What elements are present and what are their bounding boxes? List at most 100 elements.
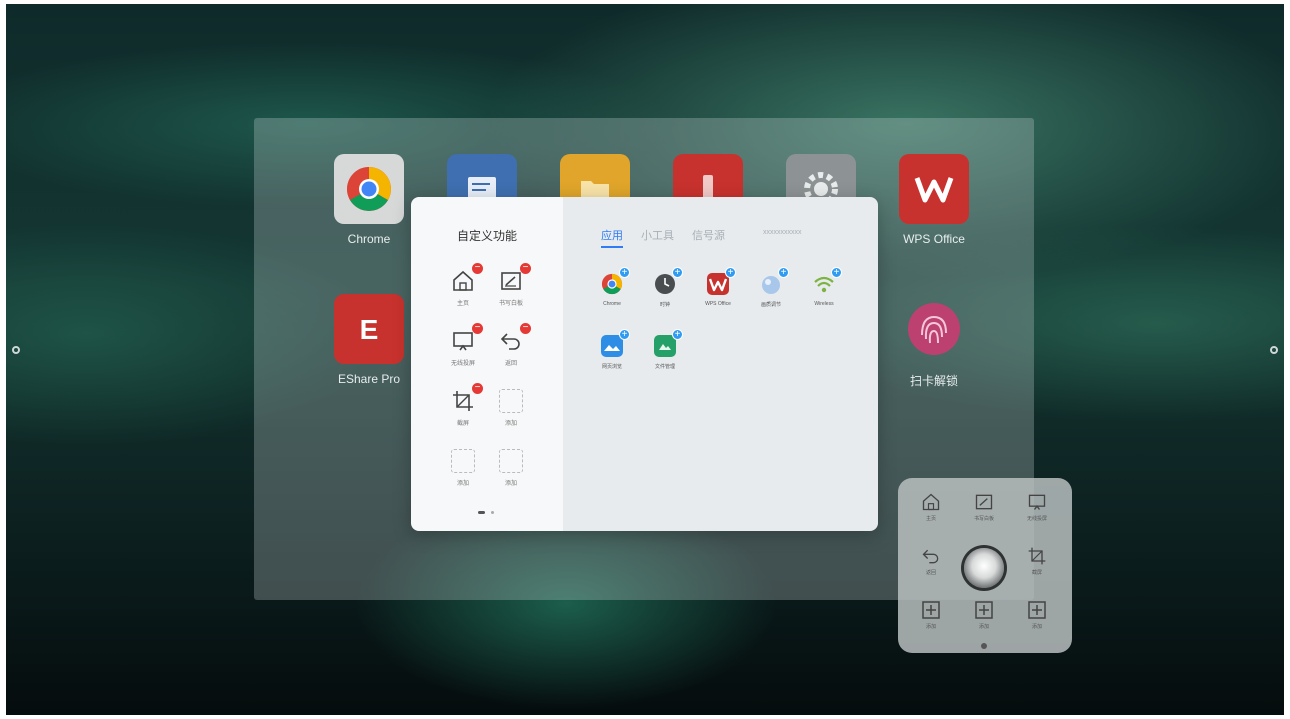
launcher-app-fingerprint[interactable]: 扫卡解锁	[890, 294, 978, 389]
launcher-app-wps[interactable]: WPS Office	[890, 154, 978, 246]
app-bubble[interactable]: + 画质调节	[749, 267, 793, 308]
fm-whiteboard-button[interactable]: 书写白板	[964, 492, 1004, 522]
fingerprint-icon	[899, 294, 969, 364]
add-badge-icon[interactable]: +	[619, 267, 630, 278]
add-badge-icon[interactable]: +	[619, 329, 630, 340]
app-photo[interactable]: + 网页浏览	[590, 329, 634, 370]
back-icon	[921, 546, 941, 566]
add-box-icon	[921, 600, 941, 620]
app-label: WPS Office	[705, 301, 731, 307]
screenshot-crop-icon: −	[451, 383, 483, 413]
add-box-icon	[974, 600, 994, 620]
tab-extra[interactable]: xxxxxxxxxxx	[763, 229, 802, 248]
tab-tools[interactable]: 小工具	[641, 227, 674, 248]
app-label: 文件管理	[654, 364, 675, 370]
bubble-icon: +	[760, 267, 789, 295]
app-label: 网页浏览	[601, 364, 622, 370]
page-dot	[491, 511, 495, 514]
app-label: 时钟	[659, 302, 670, 308]
slot-back[interactable]: − 返回	[491, 323, 531, 367]
app-wps[interactable]: + WPS Office	[696, 267, 740, 307]
left-edge-handle[interactable]	[12, 346, 20, 354]
slot-label: 返回	[504, 361, 517, 367]
launcher-app-eshare[interactable]: E EShare Pro	[325, 294, 413, 386]
remove-badge-icon[interactable]: −	[472, 263, 483, 274]
fm-label: 添加	[1031, 624, 1042, 630]
back-icon: −	[499, 323, 531, 353]
add-badge-icon[interactable]: +	[672, 267, 683, 278]
remove-badge-icon[interactable]: −	[520, 323, 531, 334]
remove-badge-icon[interactable]: −	[520, 263, 531, 274]
slot-whiteboard[interactable]: − 书写白板	[491, 263, 531, 307]
add-badge-icon[interactable]: +	[831, 267, 842, 278]
app-chrome[interactable]: + Chrome	[590, 267, 634, 307]
remove-badge-icon[interactable]: −	[472, 323, 483, 334]
fm-label: 截屏	[1031, 570, 1042, 576]
fm-label: 添加	[978, 624, 989, 630]
category-tabs: 应用 小工具 信号源 xxxxxxxxxxx	[601, 227, 802, 248]
page-indicator	[478, 511, 498, 515]
screen-cast-icon: −	[451, 323, 483, 353]
slot-screenshot[interactable]: − 截屏	[443, 383, 483, 427]
empty-slot	[499, 449, 523, 473]
screenshot-crop-icon	[1027, 546, 1047, 566]
fm-add-button[interactable]: 添加	[1017, 600, 1057, 630]
fm-center-toggle-button[interactable]	[964, 548, 1004, 588]
photo-icon: +	[601, 329, 630, 357]
fm-add-button[interactable]: 添加	[964, 600, 1004, 630]
customize-function-dialog: 自定义功能 − 主页 − 书写白板 − 无线投屏 − 返回 − 截屏 添加 添加…	[411, 197, 878, 531]
slot-label: 添加	[504, 421, 517, 427]
slot-empty[interactable]: 添加	[443, 449, 483, 487]
clock-icon: +	[654, 267, 683, 295]
slot-screen-cast[interactable]: − 无线投屏	[443, 323, 483, 367]
empty-slot	[451, 449, 475, 473]
fm-home-button[interactable]: 主页	[911, 492, 951, 522]
remove-badge-icon[interactable]: −	[472, 383, 483, 394]
app-folder-green[interactable]: + 文件管理	[643, 329, 687, 370]
app-label: Wireless	[814, 301, 834, 307]
fm-screen-cast-button[interactable]: 无线投屏	[1017, 492, 1057, 522]
eshare-icon: E	[334, 294, 404, 364]
slot-empty[interactable]: 添加	[491, 449, 531, 487]
wps-icon	[899, 154, 969, 224]
folder-green-icon: +	[654, 329, 683, 357]
whiteboard-icon: −	[499, 263, 531, 293]
home-icon	[921, 492, 941, 512]
fm-back-button[interactable]: 返回	[911, 546, 951, 576]
selected-functions-panel: 自定义功能 − 主页 − 书写白板 − 无线投屏 − 返回 − 截屏 添加 添加…	[411, 197, 563, 531]
fm-add-button[interactable]: 添加	[911, 600, 951, 630]
tab-signal-source[interactable]: 信号源	[692, 227, 725, 248]
launcher-app-chrome[interactable]: Chrome	[325, 154, 413, 246]
launcher-app-label: Chrome	[347, 232, 391, 246]
chrome-icon	[334, 154, 404, 224]
slot-label: 主页	[456, 301, 469, 307]
slot-empty[interactable]: 添加	[491, 389, 531, 427]
add-badge-icon[interactable]: +	[778, 267, 789, 278]
empty-slot	[499, 389, 523, 413]
launcher-app-label: WPS Office	[903, 232, 965, 246]
screen-cast-icon	[1027, 492, 1047, 512]
available-functions-panel: 应用 小工具 信号源 xxxxxxxxxxx + Chrome + 时钟 + W…	[563, 197, 878, 531]
add-badge-icon[interactable]: +	[672, 329, 683, 340]
fm-screenshot-button[interactable]: 截屏	[1017, 546, 1057, 576]
right-edge-handle[interactable]	[1270, 346, 1278, 354]
home-icon: −	[451, 263, 483, 293]
launcher-app-label: EShare Pro	[337, 372, 401, 386]
fm-label: 添加	[925, 624, 936, 630]
slot-label: 书写白板	[498, 301, 523, 307]
app-wireless[interactable]: + Wireless	[802, 267, 846, 307]
whiteboard-icon	[974, 492, 994, 512]
chrome-icon: +	[601, 267, 630, 295]
fm-label: 无线投屏	[1026, 516, 1047, 522]
fm-label: 返回	[925, 570, 936, 576]
tab-apps[interactable]: 应用	[601, 227, 623, 248]
wifi-icon: +	[813, 267, 842, 295]
app-label: Chrome	[603, 301, 621, 307]
app-clock[interactable]: + 时钟	[643, 267, 687, 308]
svg-text:E: E	[360, 314, 379, 345]
add-badge-icon[interactable]: +	[725, 267, 736, 278]
wps-icon: +	[707, 267, 736, 295]
slot-label: 无线投屏	[450, 361, 475, 367]
launcher-app-label: 扫卡解锁	[909, 374, 958, 388]
slot-home[interactable]: − 主页	[443, 263, 483, 307]
